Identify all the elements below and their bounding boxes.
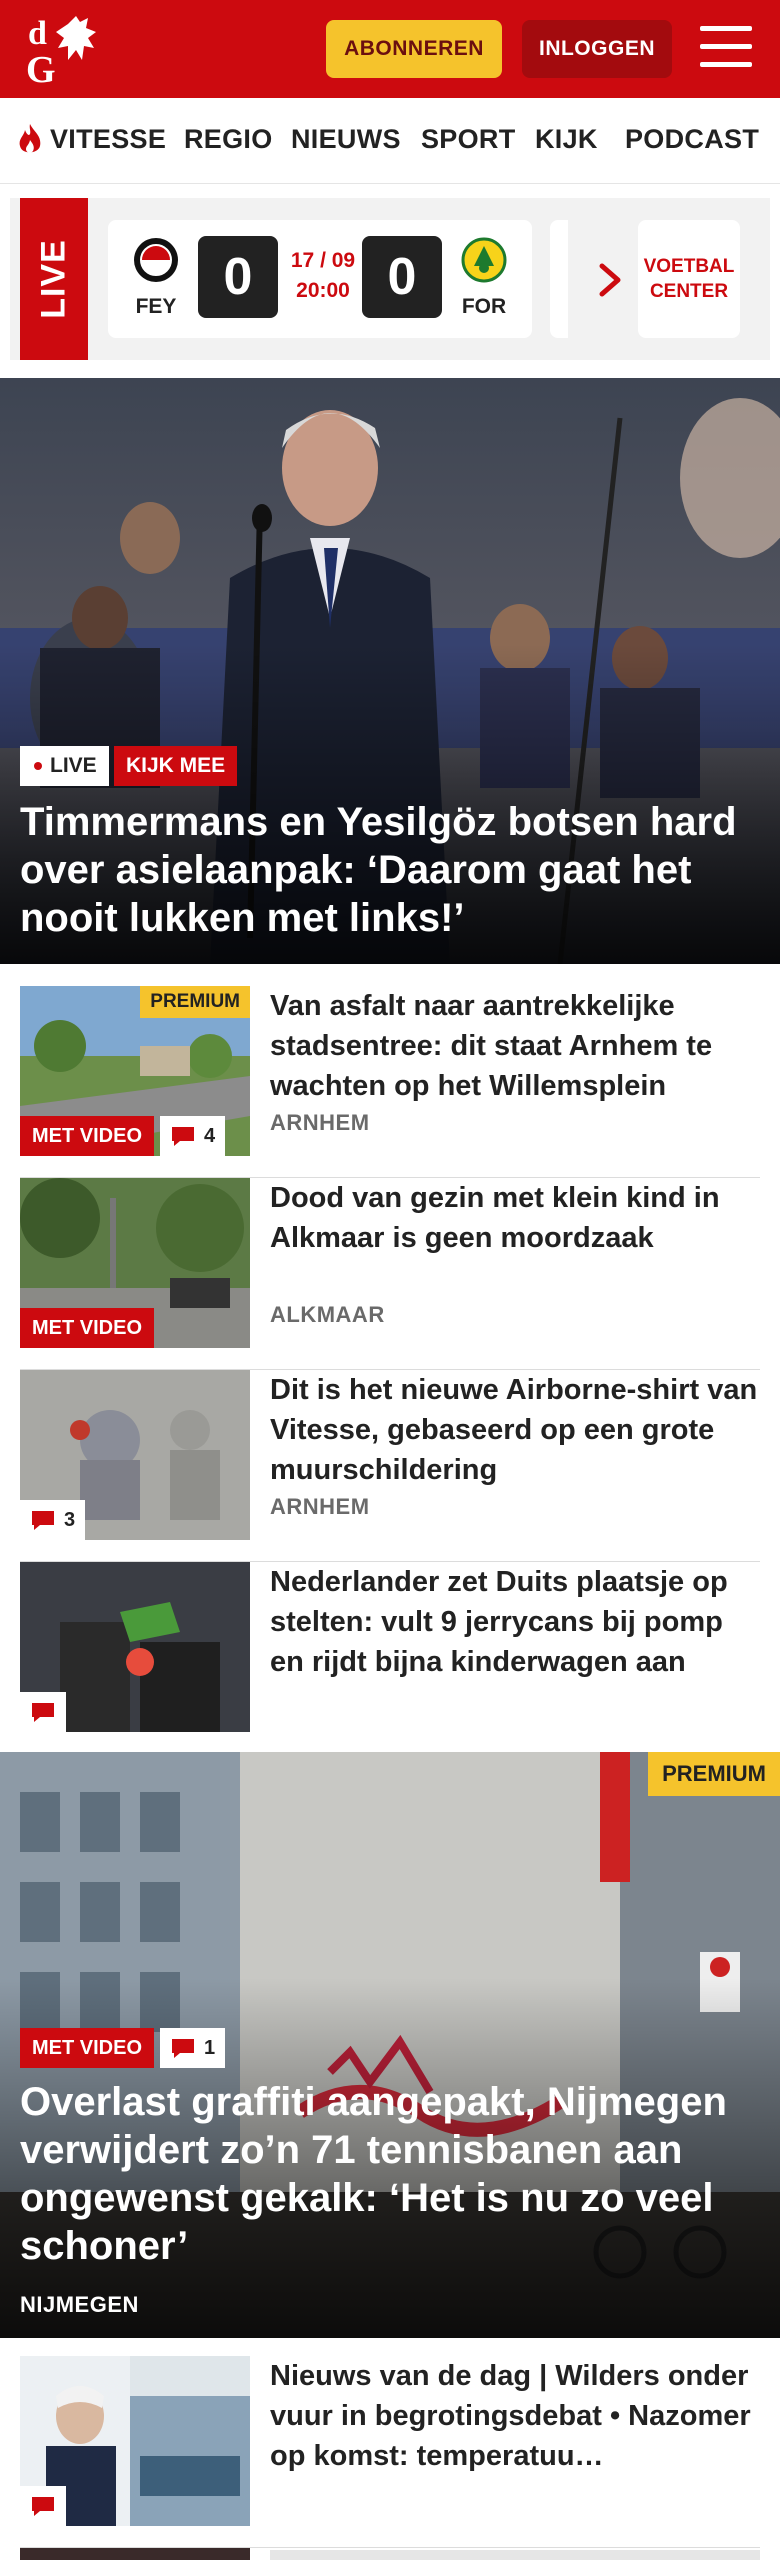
nav-item-sport[interactable]: SPORT: [421, 124, 516, 155]
away-team: FOR: [454, 236, 514, 322]
video-badge: MET VIDEO: [20, 2028, 155, 2068]
comment-icon: [32, 1511, 54, 1530]
next-article-title-stub: [270, 2550, 760, 2560]
fortuna-badge-icon: [461, 237, 507, 283]
away-score: 0: [362, 236, 442, 318]
comment-icon: [172, 2039, 194, 2058]
article-thumbnail: MET VIDEO: [20, 1178, 250, 1348]
svg-text:d: d: [28, 15, 47, 52]
article-thumbnail: [20, 2356, 250, 2526]
comment-icon: [172, 1127, 194, 1146]
article-title[interactable]: Nieuws van de dag | Wilders onder vuur i…: [270, 2356, 760, 2476]
next-article-thumbnail: [20, 2548, 250, 2560]
article-thumbnail: [20, 1562, 250, 1732]
subscribe-button[interactable]: ABONNEREN: [326, 20, 502, 78]
article-thumbnail: 3: [20, 1370, 250, 1540]
article-item[interactable]: PREMIUM MET VIDEO 4 Van asfalt naar aant…: [20, 986, 760, 1178]
article-title[interactable]: Nederlander zet Duits plaatsje op stelte…: [270, 1562, 760, 1682]
main-nav: VITESSE REGIO NIEUWS SPORT KIJK PODCAST: [0, 98, 780, 184]
hero-article[interactable]: LIVE KIJK MEE Timmermans en Yesilgöz bot…: [0, 378, 780, 964]
home-team: FEY: [126, 236, 186, 322]
home-team-name: FEY: [135, 295, 177, 318]
home-score: 0: [198, 236, 278, 318]
article-location: ARNHEM: [270, 1110, 370, 1135]
article-title[interactable]: Dit is het nieuwe Airborne-shirt van Vit…: [270, 1370, 760, 1490]
comments-badge[interactable]: [20, 1692, 66, 1732]
article-item[interactable]: MET VIDEO Dood van gezin met klein kind …: [20, 1178, 760, 1370]
comments-badge[interactable]: 4: [160, 1116, 226, 1156]
comments-badge[interactable]: 3: [20, 1500, 86, 1540]
article-location: ALKMAAR: [270, 1302, 385, 1327]
match-date: 17 / 09: [290, 249, 356, 272]
article-item[interactable]: Nieuws van de dag | Wilders onder vuur i…: [20, 2356, 760, 2548]
comment-icon: [32, 1703, 54, 1722]
article-location: ARNHEM: [270, 1494, 370, 1519]
live-dot-icon: [34, 762, 42, 770]
chevron-right-icon[interactable]: [596, 260, 626, 300]
article-item[interactable]: Nederlander zet Duits plaatsje op stelte…: [20, 1562, 760, 1754]
nav-item-regio[interactable]: REGIO: [184, 124, 273, 155]
nav-item-vitesse[interactable]: VITESSE: [50, 124, 166, 155]
premium-badge: PREMIUM: [648, 1752, 780, 1796]
premium-badge: PREMIUM: [140, 986, 250, 1018]
feyenoord-badge-icon: [134, 238, 178, 282]
nav-item-kijk[interactable]: KIJK: [535, 124, 598, 155]
live-label: LIVE: [20, 198, 88, 360]
match-time: 20:00: [296, 279, 350, 302]
article-item[interactable]: 3 Dit is het nieuwe Airborne-shirt van V…: [20, 1370, 760, 1562]
match-card[interactable]: FEY 0 17 / 09 20:00 0 FOR: [108, 220, 532, 338]
next-match-card[interactable]: [550, 220, 568, 338]
site-logo[interactable]: d G: [20, 12, 120, 86]
comment-icon: [32, 2497, 54, 2516]
svg-text:G: G: [26, 49, 56, 86]
hero-title[interactable]: Timmermans en Yesilgöz botsen hard over …: [20, 798, 760, 942]
live-scores-bar: LIVE FEY 0 17 / 09 20:00 0 FOR VOETBAL C…: [10, 198, 770, 360]
live-badge: LIVE: [20, 746, 109, 786]
login-button[interactable]: INLOGGEN: [522, 20, 672, 78]
featured-title[interactable]: Overlast graffiti aangepakt, Nijmegen ve…: [20, 2078, 760, 2270]
away-team-name: FOR: [461, 295, 507, 318]
watch-live-badge[interactable]: KIJK MEE: [114, 746, 238, 786]
voetbal-center-link[interactable]: VOETBAL CENTER: [638, 220, 740, 338]
nav-item-nieuws[interactable]: NIEUWS: [291, 124, 401, 155]
hamburger-menu-icon[interactable]: [700, 26, 752, 70]
flame-icon: [19, 124, 41, 153]
video-badge: MET VIDEO: [20, 1116, 155, 1156]
article-thumbnail: PREMIUM MET VIDEO 4: [20, 986, 250, 1156]
comments-badge[interactable]: 1: [160, 2028, 226, 2068]
article-title[interactable]: Dood van gezin met klein kind in Alkmaar…: [270, 1178, 760, 1258]
featured-location: NIJMEGEN: [20, 2292, 139, 2317]
article-title[interactable]: Van asfalt naar aantrekkelijke stadsentr…: [270, 986, 760, 1106]
site-header: d G ABONNEREN INLOGGEN: [0, 0, 780, 98]
nav-item-podcast[interactable]: PODCAST: [625, 124, 759, 155]
comments-badge[interactable]: [20, 2486, 66, 2526]
featured-article[interactable]: PREMIUM MET VIDEO 1 Overlast graffiti aa…: [0, 1752, 780, 2338]
match-datetime: 17 / 09 20:00: [288, 246, 358, 306]
video-badge: MET VIDEO: [20, 1308, 155, 1348]
